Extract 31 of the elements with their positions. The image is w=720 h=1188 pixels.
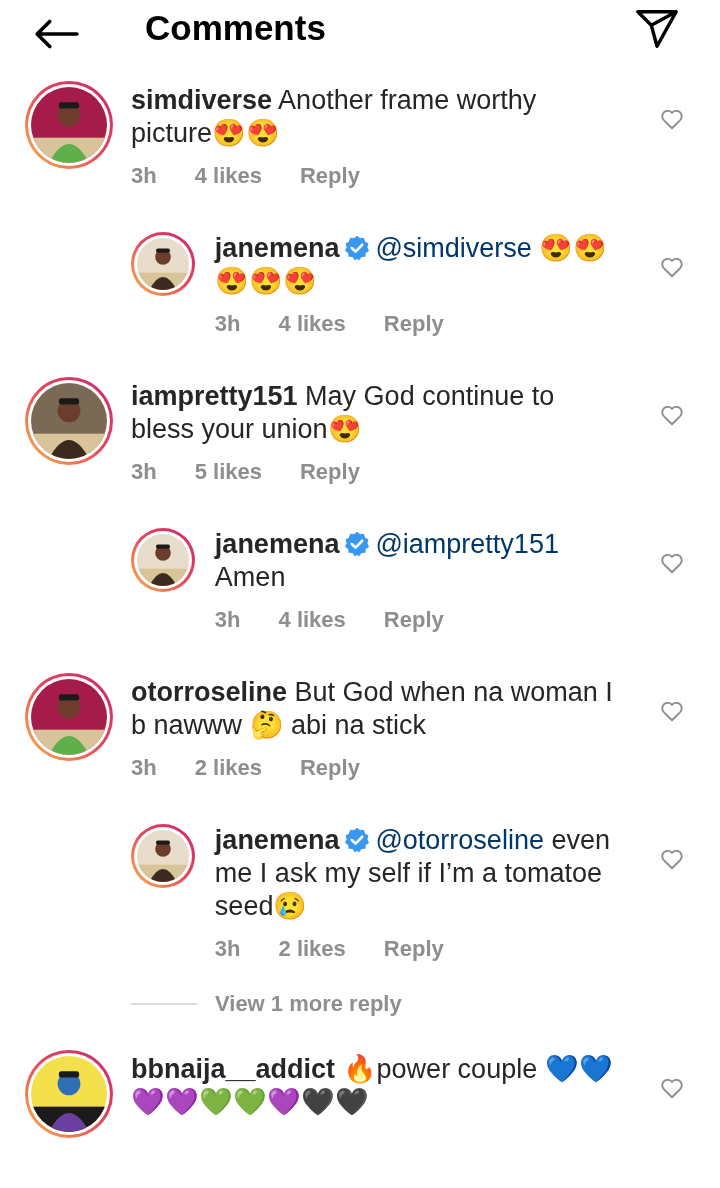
reply-link[interactable]: Reply bbox=[299, 160, 360, 192]
likes-count[interactable]: 2 likes bbox=[278, 933, 346, 965]
comment-text: iampretty151 May God continue to bless your union😍 bbox=[131, 380, 556, 446]
comment-text: otorroseline But God when na woman I b nawww 🤔 abi na stick bbox=[131, 676, 614, 742]
comment-time: 3h bbox=[131, 754, 157, 782]
reply-link[interactable]: Reply bbox=[299, 752, 360, 784]
reply-link[interactable]: Reply bbox=[299, 456, 360, 488]
comment-time: 3h bbox=[214, 606, 241, 634]
mention-link[interactable]: @iampretty151 bbox=[375, 529, 559, 559]
page-title: Comments bbox=[145, 7, 326, 49]
likes-count[interactable]: 2 likes bbox=[194, 752, 262, 784]
comment-time: 3h bbox=[214, 935, 241, 963]
reply-link[interactable]: Reply bbox=[383, 604, 444, 636]
likes-count[interactable]: 5 likes bbox=[194, 456, 262, 488]
likes-count[interactable]: 4 likes bbox=[278, 604, 346, 636]
comment-text: janemena @otorroseline even me I ask my self if I’m a tomatoe seed😢 bbox=[214, 824, 611, 923]
comment-text: bbnaija__addict 🔥power couple 💙💙 💜💜💚💚💜🖤🖤 bbox=[131, 1053, 614, 1119]
comment-text: janemena @simdiverse 😍😍 😍😍😍 bbox=[214, 232, 609, 298]
comment-time: 3h bbox=[131, 162, 157, 190]
mention-link[interactable]: @simdiverse bbox=[375, 233, 532, 263]
back-arrow-icon[interactable] bbox=[33, 18, 79, 50]
view-more-replies-link[interactable]: View 1 more reply bbox=[215, 989, 402, 1019]
comment-text: janemena @iampretty151 Amen bbox=[214, 528, 560, 594]
comment-text: simdiverse Another frame worthy picture😍😍 bbox=[131, 84, 538, 150]
mention-link[interactable]: @otorroseline bbox=[375, 825, 544, 855]
reply-link[interactable]: Reply bbox=[383, 308, 444, 340]
likes-count[interactable]: 4 likes bbox=[194, 160, 262, 192]
reply-link[interactable]: Reply bbox=[383, 933, 444, 965]
comment-time: 3h bbox=[214, 310, 241, 338]
likes-count[interactable]: 4 likes bbox=[278, 308, 346, 340]
comment-time: 3h bbox=[131, 458, 157, 486]
